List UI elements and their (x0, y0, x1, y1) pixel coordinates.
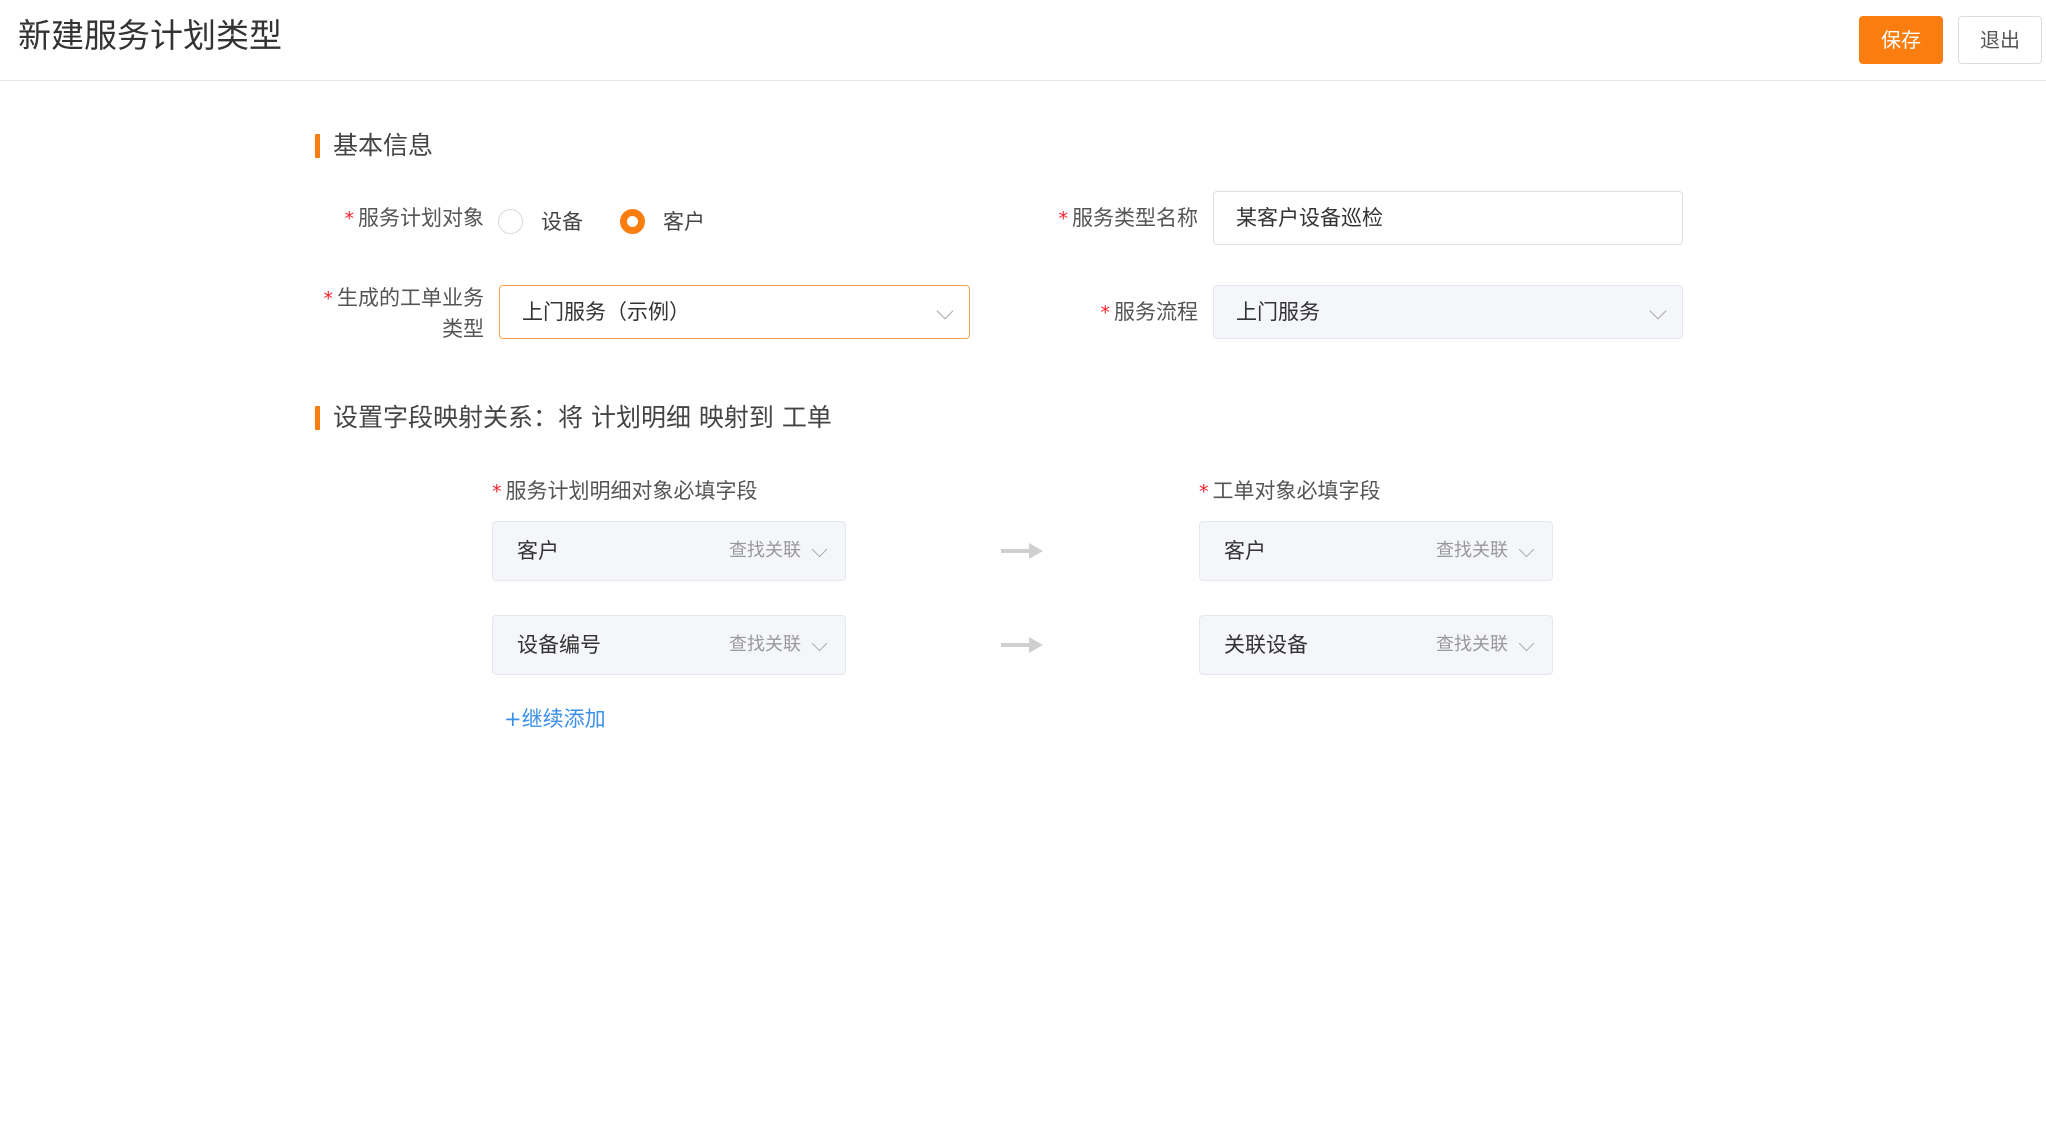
chevron-down-icon (1518, 635, 1535, 652)
source-field-select[interactable]: 设备编号 查找关联 (492, 615, 846, 675)
required-mark: * (344, 208, 355, 230)
find-relation-label: 查找关联 (1436, 634, 1508, 655)
target-field-select[interactable]: 关联设备 查找关联 (1199, 615, 1553, 675)
chevron-down-icon (811, 635, 828, 652)
target-field-select[interactable]: 客户 查找关联 (1199, 521, 1553, 581)
find-relation-label: 查找关联 (1436, 540, 1508, 561)
page-title: 新建服务计划类型 (18, 16, 282, 55)
work-order-type-label: * 生成的工单业务 类型 (323, 286, 485, 341)
section-title-basic-info: 基本信息 (315, 129, 433, 163)
exit-button[interactable]: 退出 (1958, 16, 2042, 64)
save-button[interactable]: 保存 (1859, 16, 1943, 64)
page-header: 新建服务计划类型 保存 退出 (0, 0, 2046, 81)
service-flow-select[interactable]: 上门服务 (1213, 285, 1683, 339)
target-fields-label: * 工单对象必填字段 (1199, 479, 1381, 503)
service-flow-label: * 服务流程 (1100, 300, 1199, 324)
type-name-input[interactable]: 某客户设备巡检 (1213, 191, 1683, 245)
radio-device[interactable]: 设备 (498, 206, 583, 236)
source-field-value: 设备编号 (517, 633, 601, 657)
radio-customer-label: 客户 (663, 210, 705, 234)
target-field-value: 客户 (1224, 539, 1266, 563)
type-name-label: * 服务类型名称 (1058, 206, 1199, 230)
required-mark: * (1058, 208, 1069, 230)
chevron-down-icon (1518, 541, 1535, 558)
radio-device-label: 设备 (541, 210, 583, 234)
add-mapping-link[interactable]: +继续添加 (504, 704, 606, 734)
work-order-type-value: 上门服务（示例） (522, 300, 690, 324)
find-relation-label: 查找关联 (729, 540, 801, 561)
required-mark: * (1199, 481, 1209, 503)
radio-customer[interactable]: 客户 (620, 206, 705, 236)
arrow-right-icon (1001, 637, 1043, 653)
required-mark: * (492, 481, 502, 503)
service-target-label: * 服务计划对象 (344, 206, 485, 230)
arrow-right-icon (1001, 543, 1043, 559)
target-field-value: 关联设备 (1224, 633, 1308, 657)
chevron-down-icon (1649, 302, 1667, 320)
required-mark: * (1100, 302, 1111, 324)
work-order-type-select[interactable]: 上门服务（示例） (499, 285, 970, 339)
find-relation-label: 查找关联 (729, 634, 801, 655)
source-fields-label: * 服务计划明细对象必填字段 (492, 479, 758, 503)
required-mark: * (323, 288, 334, 310)
source-field-select[interactable]: 客户 查找关联 (492, 521, 846, 581)
radio-unchecked-icon (498, 208, 523, 234)
source-field-value: 客户 (517, 539, 559, 563)
chevron-down-icon (936, 302, 954, 320)
radio-checked-icon (620, 208, 645, 234)
service-flow-value: 上门服务 (1236, 300, 1320, 324)
section-title-field-mapping: 设置字段映射关系：将 计划明细 映射到 工单 (315, 401, 832, 435)
chevron-down-icon (811, 541, 828, 558)
